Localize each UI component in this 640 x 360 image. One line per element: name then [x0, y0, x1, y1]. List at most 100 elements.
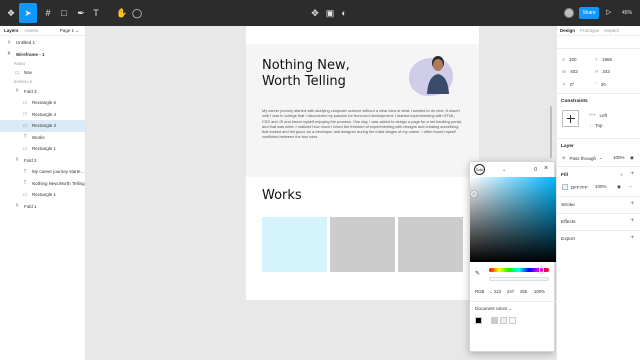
fill-heading: Fill — [561, 173, 568, 178]
divider — [557, 166, 640, 167]
constraint-h-value: Left — [599, 112, 607, 118]
move-tool-icon[interactable]: ➤ — [19, 3, 37, 23]
fill-color-swatch[interactable] — [562, 184, 568, 190]
eyedropper-icon[interactable]: ✎ — [475, 270, 480, 277]
rectangle-layer-icon: ▭ — [22, 191, 28, 198]
layer-career-text[interactable]: T My career journey starte... — [0, 166, 85, 178]
text-tool-icon[interactable]: T — [88, 5, 104, 21]
component-icon[interactable]: ✥ — [307, 5, 323, 21]
top-toolbar: ❖ ➤ # □ ✒ T ✋ ◯ ✥ ▣ ◐ Share ▷ 45% — [0, 0, 640, 26]
fill-eye-icon[interactable]: ◉ — [617, 184, 621, 190]
color-handle[interactable] — [471, 191, 477, 197]
layer-opacity-field[interactable]: 100% — [613, 155, 625, 160]
shape-tool-icon[interactable]: □ — [56, 5, 72, 21]
tab-layers[interactable]: Layers — [4, 28, 19, 33]
eye-icon[interactable]: ◉ — [630, 155, 634, 161]
remove-fill-icon[interactable]: − — [629, 184, 632, 189]
green-input[interactable]: 247 — [507, 289, 520, 295]
layer-fold2[interactable]: # Fold 2 — [0, 155, 85, 167]
hero-body-text[interactable]: My career journey started with studying … — [262, 108, 464, 140]
document-color-swatch[interactable] — [475, 317, 482, 324]
works-card[interactable] — [262, 217, 327, 272]
hero-title[interactable]: Nothing New, Worth Telling — [262, 58, 350, 90]
layer-nav[interactable]: ▭ Nav — [0, 67, 85, 79]
present-play-icon[interactable]: ▷ — [606, 8, 611, 16]
layer-rect5[interactable]: ▭ Rectangle 5 — [0, 97, 85, 109]
wireframe-frame[interactable]: Nothing New, Worth Telling My career jou… — [246, 26, 479, 300]
layer-nothing-new[interactable]: T Nothing New,Worth Telling — [0, 178, 85, 190]
text-layer-icon: T — [23, 180, 27, 187]
layer-fold3[interactable]: # Fold 3 — [0, 86, 85, 98]
x-field[interactable]: X 100 — [562, 57, 577, 62]
blend-mode-select[interactable]: ◈ Pass through ⌄ — [562, 155, 603, 161]
solid-mode-button[interactable]: Solid — [474, 164, 485, 175]
works-card[interactable] — [330, 217, 395, 272]
page-selector[interactable]: Page 1 ⌄ — [60, 28, 79, 34]
layer-rect1a[interactable]: ▭ Rectangle 1 — [0, 143, 85, 155]
zoom-level[interactable]: 45% — [622, 10, 632, 16]
hue-handle[interactable] — [539, 267, 544, 273]
horizontal-constraint-select[interactable]: ⟷ Left — [589, 112, 607, 118]
close-icon[interactable]: × — [544, 165, 548, 172]
right-panel-tabs: Design Prototype Inspect — [557, 26, 640, 36]
share-button[interactable]: Share — [579, 7, 599, 19]
vertical-constraint-icon: ↕ — [589, 123, 592, 128]
figma-menu-icon[interactable]: ❖ — [3, 5, 19, 21]
chevron-down-icon[interactable]: ⌄ — [502, 167, 506, 173]
layer-works[interactable]: T Works — [0, 132, 85, 144]
height-field[interactable]: H 343 — [595, 69, 610, 74]
canvas-scrollbar[interactable] — [550, 106, 552, 158]
document-colors-label[interactable]: Document colors ⌄ — [475, 306, 512, 312]
corner-radius-field[interactable]: ◜ 20 — [595, 81, 606, 87]
layer-label: Nav — [24, 70, 33, 76]
add-stroke-icon[interactable]: + — [630, 201, 634, 207]
add-effect-icon[interactable]: + — [630, 218, 634, 224]
works-heading[interactable]: Works — [262, 188, 302, 203]
saturation-brightness-area[interactable] — [470, 177, 556, 262]
layer-label: Fold 1 — [24, 203, 37, 209]
color-model-select[interactable]: RGB — [475, 289, 489, 295]
tab-inspect[interactable]: Inspect — [604, 28, 619, 33]
layer-rect4[interactable]: ▭ Rectangle 4 — [0, 109, 85, 121]
layer-rect3[interactable]: ▭ Rectangle 3 — [0, 120, 85, 132]
comment-tool-icon[interactable]: ◯ — [129, 5, 145, 21]
x-value: 100 — [569, 57, 577, 62]
fill-opacity-field[interactable]: 100% — [595, 184, 607, 189]
frame-tool-icon[interactable]: # — [40, 5, 56, 21]
layer-untitled[interactable]: # Untitled 1 — [0, 37, 85, 49]
document-color-swatch[interactable] — [509, 317, 516, 324]
document-color-swatch[interactable] — [500, 317, 507, 324]
vertical-constraint-select[interactable]: ↕ Top — [589, 123, 603, 128]
y-field[interactable]: Y 1986 — [595, 57, 612, 62]
tab-design[interactable]: Design — [560, 28, 575, 33]
pen-tool-icon[interactable]: ✒ — [73, 5, 89, 21]
works-card[interactable] — [398, 217, 463, 272]
blue-input[interactable]: 255 — [520, 289, 534, 295]
hue-slider[interactable] — [489, 267, 549, 273]
alpha-input[interactable]: 100% — [534, 289, 545, 295]
layer-fold1[interactable]: # Fold 1 — [0, 201, 85, 213]
blend-mode-value: Pass through — [569, 155, 596, 161]
tab-prototype[interactable]: Prototype — [580, 28, 599, 33]
layer-label: Rectangle 1 — [32, 146, 57, 152]
tab-assets[interactable]: Assets — [25, 28, 39, 33]
rotation-field[interactable]: ∠ 0° — [562, 81, 574, 87]
user-avatar[interactable] — [564, 8, 574, 18]
red-input[interactable]: 223 — [494, 289, 507, 295]
hero-section[interactable]: Nothing New, Worth Telling My career jou… — [246, 44, 479, 177]
contrast-icon[interactable]: ◐ — [336, 5, 352, 21]
export-heading: Export — [561, 237, 575, 242]
alpha-slider[interactable] — [489, 277, 549, 281]
layer-wireframe[interactable]: # Wireframe - 1 — [0, 49, 85, 61]
layer-rect1b[interactable]: ▭ Rectangle 1 — [0, 189, 85, 201]
document-color-swatch[interactable] — [491, 317, 498, 324]
width-field[interactable]: W 402 — [562, 69, 578, 74]
fill-row[interactable]: DFF7FF — [562, 184, 588, 190]
fill-hex-value[interactable]: DFF7FF — [571, 185, 588, 190]
styles-grid-icon[interactable]: ⁘ — [619, 172, 624, 179]
add-fill-icon[interactable]: + — [630, 171, 634, 177]
add-export-icon[interactable]: + — [630, 235, 634, 241]
hand-tool-icon[interactable]: ✋ — [114, 5, 130, 21]
constraint-widget[interactable] — [562, 110, 579, 127]
properties-panel: Design Prototype Inspect X 100 Y 1986 W 402… — [556, 26, 640, 360]
